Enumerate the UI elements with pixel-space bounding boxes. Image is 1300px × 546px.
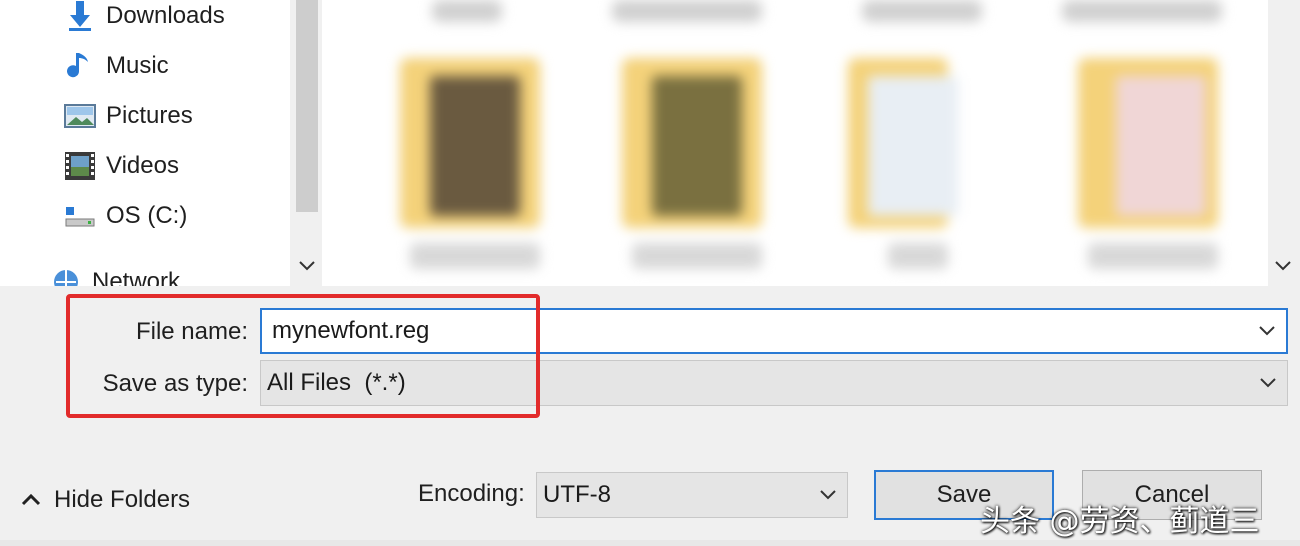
encoding-value: UTF-8 bbox=[543, 481, 611, 508]
nav-item-label: Pictures bbox=[106, 102, 193, 129]
encoding-select[interactable]: UTF-8 bbox=[536, 472, 848, 518]
drive-icon bbox=[64, 200, 96, 232]
nav-item-music[interactable]: Music bbox=[64, 46, 169, 86]
blurred-caption bbox=[862, 0, 982, 22]
nav-item-label: OS (C:) bbox=[106, 202, 188, 229]
blurred-caption bbox=[432, 0, 502, 22]
file-list-scrollbar[interactable] bbox=[1268, 0, 1300, 286]
nav-item-downloads[interactable]: Downloads bbox=[64, 0, 225, 36]
download-arrow-icon bbox=[64, 0, 96, 32]
chevron-down-icon[interactable] bbox=[1258, 324, 1276, 338]
file-name-input[interactable]: mynewfont.reg bbox=[260, 308, 1288, 354]
nav-scroll-down-chevron-icon[interactable] bbox=[296, 256, 318, 276]
file-scroll-down-chevron-icon[interactable] bbox=[1272, 256, 1294, 276]
nav-item-label: Network bbox=[92, 268, 181, 286]
hide-folders-label: Hide Folders bbox=[54, 486, 191, 513]
file-name-label: File name: bbox=[135, 318, 248, 345]
pictures-icon bbox=[64, 100, 96, 132]
folder-thumbnail[interactable] bbox=[1078, 48, 1228, 269]
nav-item-label: Music bbox=[106, 52, 169, 79]
save-as-type-select[interactable]: All Files (*.*) bbox=[260, 360, 1288, 406]
nav-item-videos[interactable]: Videos bbox=[64, 146, 179, 186]
nav-scrollbar-thumb[interactable] bbox=[296, 0, 318, 212]
nav-item-network[interactable]: Network bbox=[50, 262, 180, 286]
file-name-value[interactable]: mynewfont.reg bbox=[272, 317, 429, 345]
folder-thumbnail[interactable] bbox=[622, 48, 772, 269]
blurred-caption bbox=[1062, 0, 1222, 22]
videos-icon bbox=[64, 150, 96, 182]
nav-item-label: Videos bbox=[106, 152, 179, 179]
chevron-down-icon[interactable] bbox=[819, 488, 837, 502]
save-as-type-value: All Files (*.*) bbox=[267, 369, 406, 396]
window-bottom-edge bbox=[0, 540, 1300, 546]
chevron-up-icon bbox=[21, 493, 41, 506]
folder-thumbnail[interactable] bbox=[400, 48, 550, 269]
hide-folders-button[interactable]: Hide Folders bbox=[20, 482, 190, 518]
folder-thumbnail[interactable] bbox=[848, 48, 998, 269]
save-as-type-label: Save as type: bbox=[102, 370, 248, 397]
nav-item-pictures[interactable]: Pictures bbox=[64, 96, 193, 136]
network-icon bbox=[50, 266, 82, 286]
music-note-icon bbox=[64, 50, 96, 82]
chevron-down-icon[interactable] bbox=[1259, 376, 1277, 390]
watermark-text: 头条 @劳资、蓟道三 bbox=[980, 504, 1260, 539]
navigation-pane: Downloads Music Pictures Videos OS (C:) … bbox=[0, 0, 290, 286]
blurred-caption bbox=[612, 0, 762, 22]
nav-item-label: Downloads bbox=[106, 2, 225, 29]
encoding-label: Encoding: bbox=[418, 480, 525, 507]
file-list-pane bbox=[322, 0, 1268, 286]
nav-item-os-drive[interactable]: OS (C:) bbox=[64, 196, 187, 236]
